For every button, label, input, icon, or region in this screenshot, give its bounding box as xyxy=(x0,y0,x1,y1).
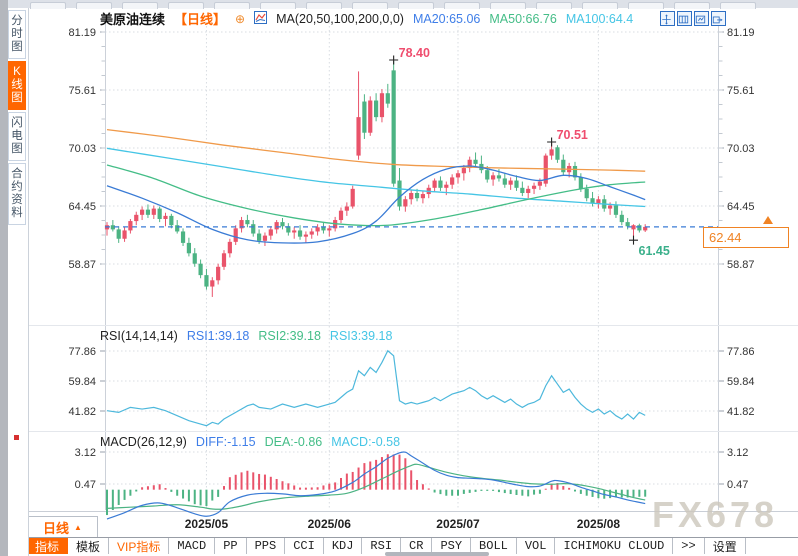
macd-title: MACD(26,12,9) xyxy=(100,435,187,449)
toolbar-button-stub[interactable] xyxy=(582,2,618,9)
tab-pp[interactable]: PP xyxy=(215,538,246,554)
svg-text:41.82: 41.82 xyxy=(727,406,755,418)
svg-text:41.82: 41.82 xyxy=(68,406,96,418)
main-chart-header: 美原油连续 【日线】 ⊕ MA(20,50,100,200,0,0) MA20:… xyxy=(100,9,633,28)
svg-text:58.87: 58.87 xyxy=(727,259,755,271)
sidebar-item-timeshare-chart[interactable]: 分时图 xyxy=(8,10,26,59)
svg-text:3.12: 3.12 xyxy=(727,447,748,459)
svg-text:77.86: 77.86 xyxy=(68,346,96,358)
price-up-arrow-icon xyxy=(763,216,773,224)
ma-value: MA100:64.4 xyxy=(566,12,633,26)
toolbar-button-stub[interactable] xyxy=(30,2,66,9)
toolbar-button-stub[interactable] xyxy=(398,2,434,9)
svg-text:59.84: 59.84 xyxy=(727,376,755,388)
svg-text:81.19: 81.19 xyxy=(68,27,96,39)
toolbar-button-stub[interactable] xyxy=(628,2,664,9)
svg-text:2025/05: 2025/05 xyxy=(185,517,229,531)
svg-text:59.84: 59.84 xyxy=(68,376,96,388)
toolbar-button-stub[interactable] xyxy=(168,2,204,9)
svg-text:58.87: 58.87 xyxy=(68,259,96,271)
top-toolbar-strip xyxy=(0,0,798,8)
svg-text:75.61: 75.61 xyxy=(68,85,96,97)
macd-values: DIFF:-1.15 DEA:-0.86 MACD:-0.58 xyxy=(196,435,400,449)
toolbar-button-stub[interactable] xyxy=(260,2,296,9)
svg-text:2025/07: 2025/07 xyxy=(436,517,480,531)
period-tag: 【日线】 xyxy=(174,9,226,28)
ma-settings-label: MA(20,50,100,200,0,0) xyxy=(276,12,404,26)
add-indicator-icon[interactable]: ⊕ xyxy=(235,12,245,26)
svg-text:70.03: 70.03 xyxy=(727,143,755,155)
tab-kdj[interactable]: KDJ xyxy=(324,538,363,554)
caret-up-icon: ▲ xyxy=(74,523,82,532)
macd-header: MACD(26,12,9) DIFF:-1.15 DEA:-0.86 MACD:-0… xyxy=(100,435,400,449)
svg-text:70.51: 70.51 xyxy=(557,128,588,142)
tab-ichimoku-cloud[interactable]: ICHIMOKU CLOUD xyxy=(555,538,673,554)
svg-text:2025/08: 2025/08 xyxy=(577,517,621,531)
period-button-label: 日线 xyxy=(43,518,69,537)
rsi-header: RSI(14,14,14) RSI1:39.18 RSI2:39.18 RSI3:3… xyxy=(100,329,392,343)
sidebar: 分时图 K线图闪电图合约资料 xyxy=(8,8,29,556)
tab-settings[interactable]: 设置 xyxy=(705,538,746,554)
ma-values: MA20:65.06 MA50:66.76 MA100:64.4 xyxy=(413,12,633,26)
tab-macd[interactable]: MACD xyxy=(169,538,215,554)
symbol-title: 美原油连续 xyxy=(100,9,165,28)
rsi-value: RSI3:39.18 xyxy=(330,329,393,343)
split-panes-icon[interactable] xyxy=(677,11,692,26)
left-window-rail xyxy=(0,0,8,556)
svg-text:64.45: 64.45 xyxy=(727,201,755,213)
chart-export-icon[interactable] xyxy=(711,11,726,26)
ma-value: MA20:65.06 xyxy=(413,12,480,26)
sidebar-item-contract-info[interactable]: 合约资料 xyxy=(8,163,26,225)
svg-text:3.12: 3.12 xyxy=(75,447,96,459)
svg-text:0.47: 0.47 xyxy=(727,479,748,491)
svg-text:2025/06: 2025/06 xyxy=(308,517,352,531)
tab-cci[interactable]: CCI xyxy=(285,538,324,554)
toolbar-button-stub[interactable] xyxy=(720,2,756,9)
macd-value: MACD:-0.58 xyxy=(331,435,400,449)
svg-text:0.47: 0.47 xyxy=(75,479,96,491)
sidebar-item-kline-chart[interactable]: K线图 xyxy=(8,61,26,110)
toolbar-button-stub[interactable] xyxy=(122,2,158,9)
ma-value: MA50:66.76 xyxy=(489,12,556,26)
chart-toolbar-icons xyxy=(660,11,726,26)
toolbar-button-stub[interactable] xyxy=(306,2,342,9)
svg-text:75.61: 75.61 xyxy=(727,85,755,97)
watermark: FX678 xyxy=(652,494,778,536)
toolbar-button-stub[interactable] xyxy=(536,2,572,9)
mini-chart-icon xyxy=(254,11,267,27)
tab-vol[interactable]: VOL xyxy=(517,538,556,554)
rsi-title: RSI(14,14,14) xyxy=(100,329,178,343)
crosshair-icon[interactable] xyxy=(660,11,675,26)
svg-text:61.45: 61.45 xyxy=(639,244,670,258)
period-button[interactable]: 日线 ▲ xyxy=(27,516,98,538)
toolbar-button-stub[interactable] xyxy=(674,2,710,9)
toolbar-button-stub[interactable] xyxy=(76,2,112,9)
macd-value: DIFF:-1.15 xyxy=(196,435,256,449)
toolbar-button-stub[interactable] xyxy=(444,2,480,9)
tab-template[interactable]: 模板 xyxy=(68,538,109,554)
tab-more[interactable]: >> xyxy=(673,538,704,554)
chart-forward-icon[interactable] xyxy=(694,11,709,26)
svg-text:64.45: 64.45 xyxy=(68,201,96,213)
alert-dot xyxy=(14,435,19,440)
chart-canvas[interactable]: 81.19 81.19 75.61 75.61 70.03 70.03 64.45 64.45… xyxy=(0,0,798,556)
toolbar-button-stub[interactable] xyxy=(214,2,250,9)
rsi-value: RSI2:39.18 xyxy=(258,329,321,343)
macd-value: DEA:-0.86 xyxy=(265,435,323,449)
tab-pps[interactable]: PPS xyxy=(247,538,286,554)
toolbar-button-stub[interactable] xyxy=(490,2,526,9)
rsi-values: RSI1:39.18 RSI2:39.18 RSI3:39.18 xyxy=(187,329,393,343)
svg-text:81.19: 81.19 xyxy=(727,27,755,39)
last-price-box: 62.44 xyxy=(703,227,789,248)
svg-text:78.40: 78.40 xyxy=(399,46,430,60)
toolbar-button-stub[interactable] xyxy=(352,2,388,9)
rsi-value: RSI1:39.18 xyxy=(187,329,250,343)
tab-vip-indicator[interactable]: VIP指标 xyxy=(109,538,169,554)
svg-text:77.86: 77.86 xyxy=(727,346,755,358)
horizontal-scrollbar-thumb[interactable] xyxy=(385,552,489,556)
svg-text:70.03: 70.03 xyxy=(68,143,96,155)
tab-indicator[interactable]: 指标 xyxy=(27,538,68,554)
sidebar-item-lightning-chart[interactable]: 闪电图 xyxy=(8,112,26,161)
